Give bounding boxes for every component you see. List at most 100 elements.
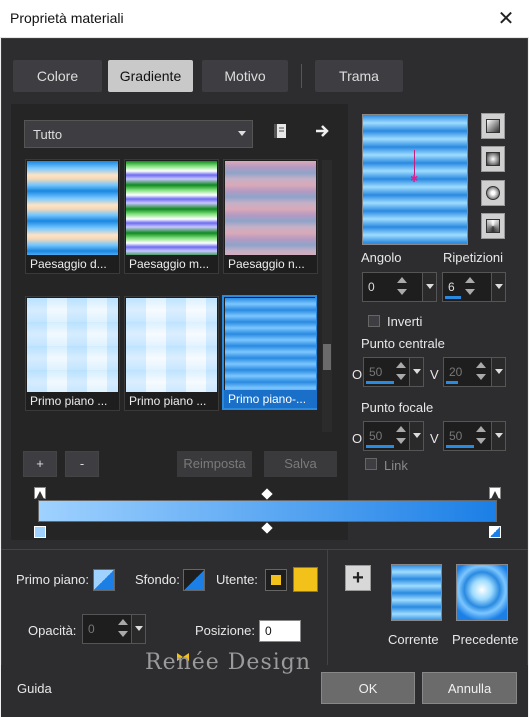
- repeats-value: 6: [448, 280, 455, 294]
- ok-button[interactable]: OK: [321, 672, 415, 704]
- add-gradient-button[interactable]: +: [23, 451, 57, 477]
- center-h-spinbox[interactable]: 50: [363, 357, 424, 387]
- user-swatch-inner: [271, 575, 281, 585]
- current-swatch[interactable]: [391, 564, 442, 621]
- spin-arrows-icon[interactable]: [116, 616, 130, 642]
- tab-colore[interactable]: Colore: [13, 60, 102, 92]
- radial-style-button[interactable]: [481, 213, 505, 239]
- cancel-button[interactable]: Annulla: [422, 672, 517, 704]
- center-h-level-bar: [366, 381, 394, 384]
- gradient-preview-large[interactable]: ✱: [362, 114, 468, 245]
- sunburst-style-button[interactable]: [481, 180, 505, 206]
- focal-v-value: 50: [449, 429, 463, 443]
- angle-spinbox[interactable]: 0: [362, 272, 437, 302]
- chevron-down-icon[interactable]: [131, 615, 145, 643]
- previous-label: Precedente: [452, 632, 519, 647]
- repeats-spinbox[interactable]: 6: [442, 272, 506, 302]
- tab-trama[interactable]: Trama: [315, 60, 403, 92]
- close-icon[interactable]: ✕: [493, 6, 519, 32]
- focal-h-value: 50: [369, 429, 383, 443]
- gradient-thumb-selected[interactable]: Primo piano-...: [222, 295, 317, 410]
- chevron-down-icon[interactable]: [409, 358, 423, 386]
- gradient-editor-bar[interactable]: [38, 500, 497, 522]
- gradient-thumb[interactable]: Paesaggio m...: [124, 159, 219, 274]
- arrow-right-icon[interactable]: [313, 121, 333, 141]
- gradient-preview: [225, 161, 316, 256]
- tab-divider: [301, 64, 302, 88]
- save-button[interactable]: Salva: [264, 451, 337, 477]
- reset-button[interactable]: Reimposta: [177, 451, 252, 477]
- repeats-label: Ripetizioni: [443, 250, 503, 265]
- opacity-label: Opacità:: [28, 623, 77, 638]
- previous-swatch[interactable]: [456, 564, 508, 621]
- center-h-label: O: [352, 367, 363, 382]
- focal-h-spinbox[interactable]: 50: [363, 421, 424, 451]
- chevron-down-icon[interactable]: [422, 273, 436, 301]
- top-stop-end-icon[interactable]: [489, 487, 501, 499]
- focal-point-label: Punto focale: [361, 400, 434, 415]
- add-to-palette-button[interactable]: +: [345, 565, 371, 591]
- gradient-filter-value: Tutto: [33, 127, 63, 142]
- angle-value: 0: [368, 280, 375, 294]
- spin-arrows-icon[interactable]: [394, 423, 408, 449]
- help-link[interactable]: Guida: [17, 681, 52, 696]
- gradient-thumb[interactable]: Paesaggio d...: [25, 159, 120, 274]
- spin-arrows-icon[interactable]: [394, 359, 408, 385]
- gradient-preview: [27, 298, 118, 393]
- chevron-down-icon[interactable]: [409, 422, 423, 450]
- library-icon[interactable]: [270, 121, 290, 141]
- gradient-list-scrollbar[interactable]: [322, 160, 332, 432]
- invert-checkbox[interactable]: [368, 315, 380, 327]
- link-label: Link: [384, 458, 408, 473]
- spin-arrows-icon[interactable]: [474, 423, 488, 449]
- gradient-filter-select[interactable]: Tutto: [24, 120, 253, 148]
- gradient-preview: [126, 298, 217, 393]
- focal-v-label: V: [430, 431, 439, 446]
- center-v-value: 20: [449, 365, 463, 379]
- sunburst-gradient-icon: [486, 186, 500, 200]
- spin-arrows-icon[interactable]: [474, 359, 488, 385]
- user-swatch-frame[interactable]: [265, 569, 287, 591]
- tab-motivo[interactable]: Motivo: [202, 60, 288, 92]
- gradient-preview: [225, 298, 316, 393]
- chevron-down-icon[interactable]: [491, 273, 505, 301]
- color-stop-end[interactable]: [489, 526, 501, 538]
- background-swatch[interactable]: [183, 569, 205, 591]
- window-title: Proprietà materiali: [10, 10, 124, 26]
- chevron-down-icon[interactable]: [491, 358, 505, 386]
- center-v-spinbox[interactable]: 20: [443, 357, 506, 387]
- top-stop-start-icon[interactable]: [34, 487, 46, 499]
- center-marker-icon[interactable]: ✱: [410, 174, 418, 185]
- rectangular-style-button[interactable]: [481, 146, 505, 172]
- opacity-spinbox[interactable]: 0: [82, 614, 146, 644]
- user-color-swatch[interactable]: [293, 567, 318, 592]
- radial-gradient-icon: [486, 219, 500, 233]
- gradient-thumb[interactable]: Paesaggio n...: [223, 159, 318, 274]
- scrollbar-thumb[interactable]: [323, 344, 331, 370]
- background-label: Sfondo:: [135, 572, 180, 587]
- repeats-level-bar: [445, 296, 461, 299]
- linear-style-button[interactable]: [481, 113, 505, 139]
- color-stop-start[interactable]: [34, 526, 46, 538]
- current-label: Corrente: [388, 632, 439, 647]
- rectangular-gradient-icon: [486, 152, 500, 166]
- spin-arrows-icon[interactable]: [463, 274, 477, 300]
- gradient-preview: [126, 161, 217, 256]
- foreground-swatch[interactable]: [93, 569, 115, 591]
- chevron-down-icon: [238, 131, 246, 136]
- gradient-preview: [27, 161, 118, 256]
- gradient-thumb-label: Paesaggio d...: [26, 255, 119, 273]
- gradient-thumb-label: Primo piano ...: [125, 392, 218, 410]
- focal-h-level-bar: [366, 445, 394, 448]
- tab-gradiente[interactable]: Gradiente: [108, 60, 193, 92]
- chevron-down-icon[interactable]: [491, 422, 505, 450]
- gradient-thumb-label: Primo piano-...: [224, 390, 317, 408]
- focal-v-level-bar: [446, 445, 474, 448]
- position-input[interactable]: 0: [259, 620, 301, 642]
- gradient-thumb[interactable]: Primo piano ...: [25, 296, 120, 411]
- spin-arrows-icon[interactable]: [395, 274, 409, 300]
- gradient-thumb[interactable]: Primo piano ...: [124, 296, 219, 411]
- link-checkbox[interactable]: [365, 458, 377, 470]
- remove-gradient-button[interactable]: -: [65, 451, 99, 477]
- focal-v-spinbox[interactable]: 50: [443, 421, 506, 451]
